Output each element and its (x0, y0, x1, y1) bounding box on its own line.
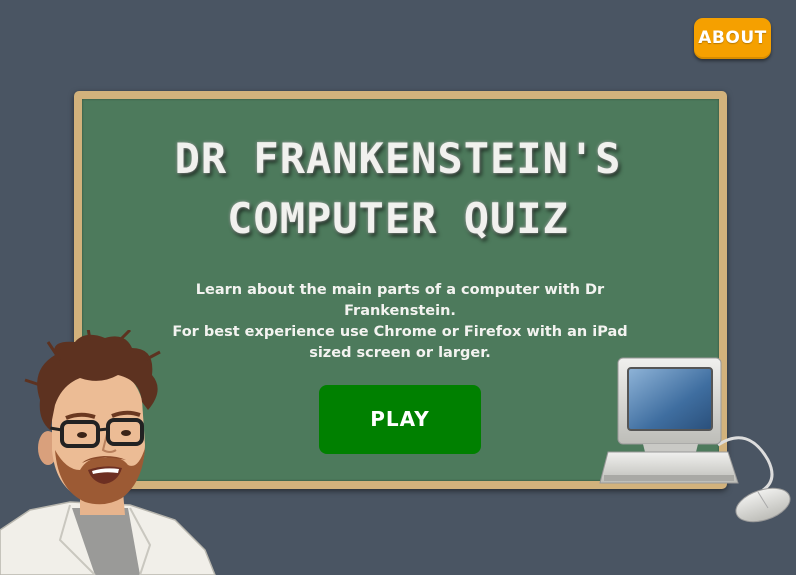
title-line-2: COMPUTER QUIZ (227, 194, 569, 243)
dr-frankenstein-character (0, 330, 216, 575)
about-button[interactable]: ABOUT (694, 18, 771, 59)
browser-note-text: For best experience use Chrome or Firefo… (172, 324, 628, 361)
play-button[interactable]: PLAY (319, 385, 481, 454)
description-text: Learn about the main parts of a computer… (195, 282, 605, 319)
desktop-computer-illustration (599, 357, 791, 523)
title-line-1: DR FRANKENSTEIN'S (174, 134, 622, 183)
